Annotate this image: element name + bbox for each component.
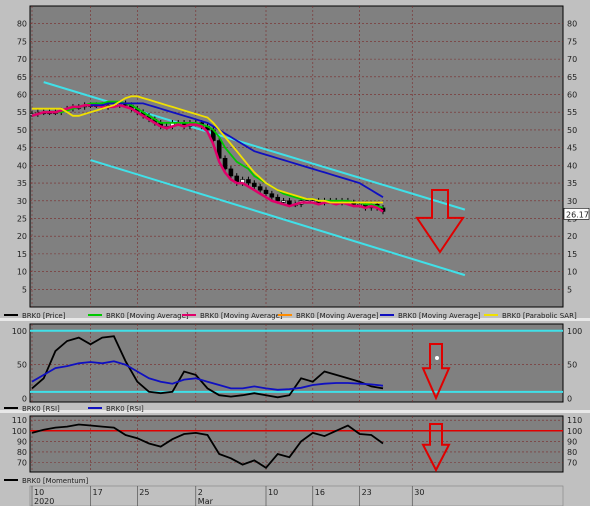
price-tick-left: 75 [17,37,27,46]
price-tick-right: 50 [567,126,577,135]
momentum-tick-left: 80 [17,448,27,457]
price-candle [269,193,275,198]
x-tick-label: 17 [93,488,103,497]
price-tick-left: 40 [17,161,27,170]
rsi-tick-right: 50 [567,361,577,370]
price-tick-left: 35 [17,179,27,188]
price-tick-right: 5 [567,285,572,294]
price-tick-left: 80 [17,20,27,29]
rsi-tick-left: 0 [22,395,27,404]
price-candle [228,168,234,177]
x-tick-label: 2 [198,488,203,497]
price-tick-left: 15 [17,250,27,259]
rsi-tick-right: 100 [567,327,582,336]
price-legend-label: BRK0 [Moving Average] [106,312,189,320]
price-candle [222,157,228,170]
momentum-tick-right: 110 [567,416,582,425]
price-tick-right: 70 [567,55,577,64]
momentum-tick-right: 90 [567,437,577,446]
rsi-plot-area [29,323,564,403]
x-tick-label: 25 [139,488,149,497]
price-tick-right: 20 [567,232,577,241]
x-tick-label: 10 [34,488,44,497]
price-candle [281,200,286,203]
price-tick-right: 40 [567,161,577,170]
price-tick-left: 70 [17,55,27,64]
price-tick-left: 5 [22,285,27,294]
trading-chart: 5510101515202025253030353540404545505055… [0,0,590,506]
x-period-label: Mar [198,497,214,506]
last-price-label: 26.17 [566,210,589,219]
price-tick-left: 30 [17,197,27,206]
price-tick-right: 35 [567,179,577,188]
price-tick-right: 10 [567,268,577,277]
price-legend-label: BRK0 [Parabolic SAR] [502,312,577,320]
x-axis-band [29,485,564,506]
price-legend-label: BRK0 [Price] [22,312,66,320]
momentum-tick-left: 70 [17,458,27,467]
price-legend-label: BRK0 [Moving Average] [200,312,283,320]
momentum-tick-right: 70 [567,458,577,467]
momentum-tick-left: 100 [12,427,27,436]
rsi-tick-right: 0 [567,395,572,404]
price-tick-left: 20 [17,232,27,241]
rsi-tick-left: 50 [17,361,27,370]
price-tick-right: 80 [567,20,577,29]
momentum-tick-left: 110 [12,416,27,425]
price-tick-left: 50 [17,126,27,135]
price-tick-left: 60 [17,91,27,100]
price-tick-left: 45 [17,144,27,153]
x-tick-label: 16 [315,488,325,497]
price-candle [246,179,251,184]
x-period-label: 2020 [34,497,54,506]
x-tick-label: 23 [362,488,372,497]
price-tick-right: 55 [567,108,577,117]
momentum-tick-right: 100 [567,427,582,436]
price-tick-right: 45 [567,144,577,153]
momentum-tick-left: 90 [17,437,27,446]
momentum-plot-area [29,415,564,473]
price-legend-label: BRK0 [Moving Average] [398,312,481,320]
price-candle [275,196,281,202]
x-tick-label: 10 [268,488,278,497]
price-tick-right: 60 [567,91,577,100]
separator-2 [0,410,590,413]
price-candle [252,182,257,187]
price-tick-right: 65 [567,73,577,82]
momentum-tick-right: 80 [567,448,577,457]
price-legend-label: BRK0 [Moving Average] [296,312,379,320]
price-candle [263,189,269,194]
price-tick-left: 10 [17,268,27,277]
white-dot [435,356,439,360]
rsi-legend-label: BRK0 [RSI] [22,405,60,413]
rsi-tick-left: 100 [12,327,27,336]
price-tick-left: 65 [17,73,27,82]
price-tick-right: 30 [567,197,577,206]
price-tick-left: 55 [17,108,27,117]
price-tick-right: 75 [567,37,577,46]
price-tick-left: 25 [17,214,27,223]
rsi-legend-label: BRK0 [RSI] [106,405,144,413]
price-tick-right: 15 [567,250,577,259]
price-plot-area [29,5,564,308]
price-candle [257,186,263,191]
price-candle [287,200,292,205]
x-axis: 10 17 25 2 10 16 23 30 2020 Mar [29,485,564,506]
x-tick-label: 30 [414,488,424,497]
momentum-legend-label: BRK0 [Momentum] [22,477,89,485]
